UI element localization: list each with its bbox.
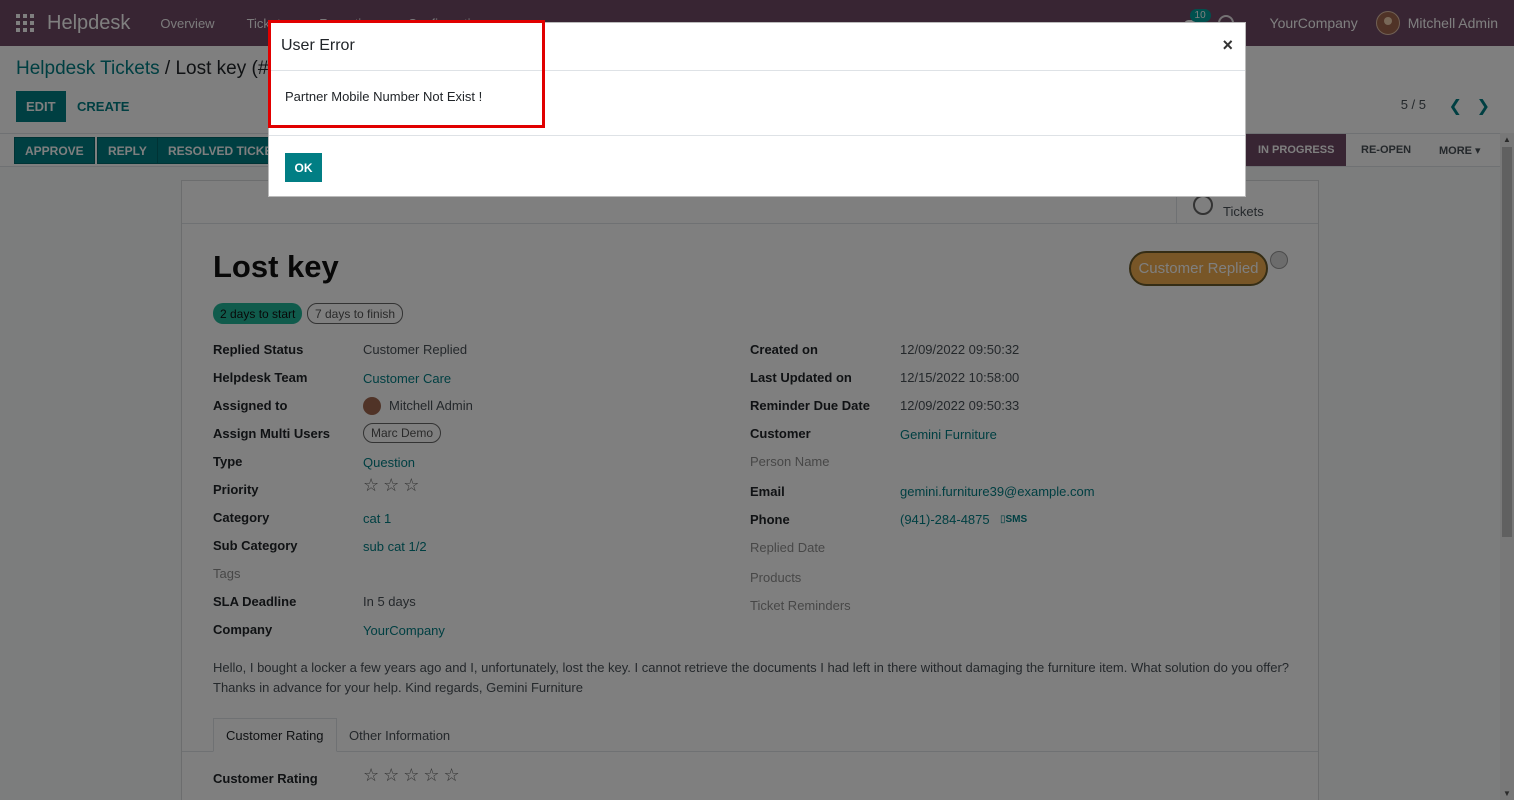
modal-footer: OK: [269, 135, 1245, 197]
ok-button[interactable]: OK: [285, 153, 322, 182]
highlight-annotation-box: [268, 20, 545, 128]
close-icon[interactable]: ×: [1222, 35, 1233, 56]
